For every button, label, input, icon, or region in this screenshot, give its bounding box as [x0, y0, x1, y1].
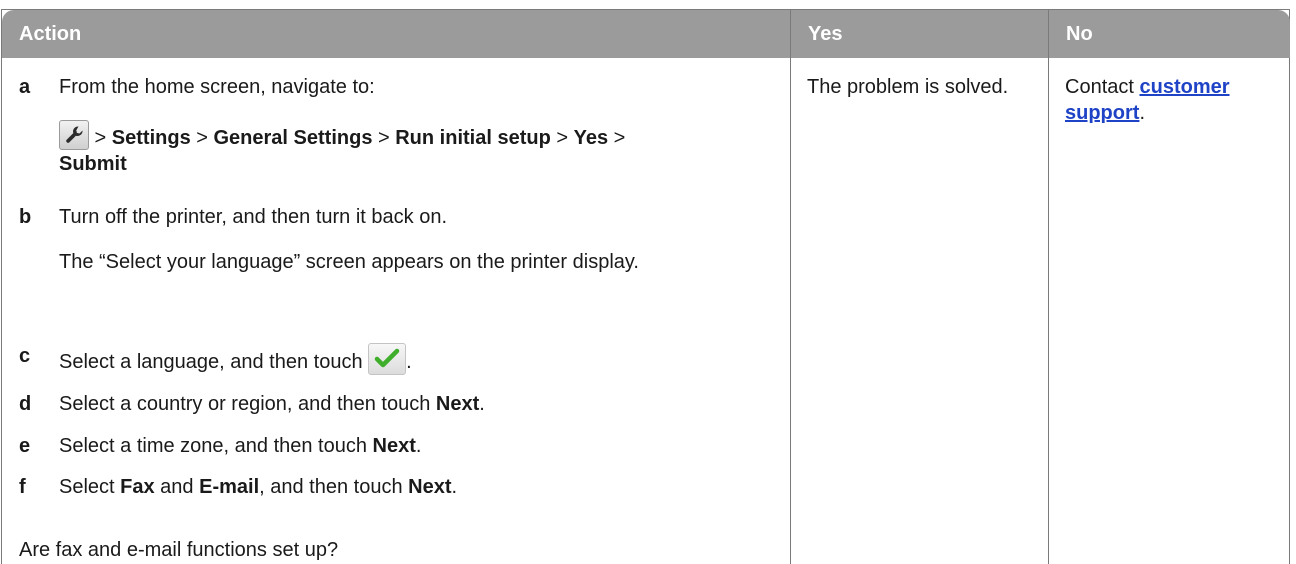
checkmark-icon — [368, 343, 407, 375]
header-yes: Yes — [790, 10, 1048, 58]
step-letter: a — [19, 76, 31, 98]
step-text: Select a time zone, and then touch — [59, 435, 373, 457]
step-letter: b — [19, 206, 32, 228]
no-result-suffix: . — [1139, 102, 1145, 124]
no-result-prefix: Contact — [1065, 76, 1140, 98]
path-settings: Settings — [111, 127, 191, 149]
step-text-end: . — [451, 476, 458, 498]
step-a: a From the home screen, navigate to: — [19, 74, 779, 100]
step-d: d Select a country or region, and then t… — [19, 391, 779, 417]
question-text: Are fax and e-mail functions set up? — [19, 539, 339, 561]
step-letter: f — [19, 476, 26, 498]
step-text: Select a country or region, and then tou… — [59, 393, 436, 415]
path-yes: Yes — [573, 127, 609, 149]
navigation-path: > Settings > General Settings > Run init… — [59, 120, 784, 177]
step-f: f Select Fax and E-mail, and then touch … — [19, 474, 779, 500]
step-b: b Turn off the printer, and then turn it… — [19, 204, 779, 230]
path-submit: Submit — [59, 153, 127, 175]
next-label: Next — [435, 393, 480, 415]
path-general-settings: General Settings — [213, 127, 373, 149]
path-separator: > — [190, 127, 214, 149]
step-letter: e — [19, 435, 31, 457]
email-label: E-mail — [199, 476, 260, 498]
step-text: Select a language, and then touch — [59, 351, 369, 373]
column-divider — [790, 58, 791, 564]
step-text: From the home screen, navigate to: — [59, 76, 375, 98]
step-text-end: . — [415, 435, 422, 457]
next-label: Next — [408, 476, 452, 498]
path-separator: > — [372, 127, 396, 149]
step-text: Select — [59, 476, 121, 498]
column-divider — [1048, 58, 1049, 564]
fax-label: Fax — [120, 476, 155, 498]
step-text: , and then touch — [259, 476, 409, 498]
step-text-end: . — [406, 351, 412, 373]
yes-result: The problem is solved. — [807, 76, 1009, 98]
next-label: Next — [372, 435, 416, 457]
step-c: c Select a language, and then touch . — [19, 343, 779, 375]
step-letter: d — [19, 393, 32, 415]
step-b-note: The “Select your language” screen appear… — [59, 251, 639, 273]
path-separator: > — [89, 127, 112, 149]
step-text-end: . — [479, 393, 485, 415]
step-letter: c — [19, 345, 31, 367]
no-result: Contact customer support. — [1065, 74, 1280, 126]
step-text: and — [154, 476, 200, 498]
path-separator: > — [550, 127, 574, 149]
wrench-icon — [59, 120, 89, 150]
header-no: No — [1048, 10, 1290, 58]
step-text: Turn off the printer, and then turn it b… — [59, 206, 448, 228]
header-action: Action — [2, 10, 790, 58]
step-e: e Select a time zone, and then touch Nex… — [19, 433, 779, 459]
troubleshooting-table: Action Yes No a From the home screen, na… — [1, 9, 1290, 564]
path-separator: > — [608, 127, 626, 149]
path-run-initial-setup: Run initial setup — [395, 127, 551, 149]
